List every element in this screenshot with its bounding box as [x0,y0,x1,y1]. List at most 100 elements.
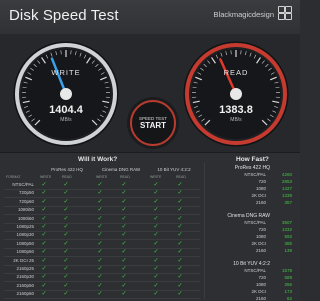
write-gauge: WRITE 1404.4 MB/s [12,40,120,148]
check-icon: ✓ [56,257,76,264]
check-icon: ✓ [114,273,134,280]
read-value: 1383.8 [182,104,290,116]
how-fast-value: 1427 [270,186,292,191]
check-icon: ✓ [146,223,166,230]
check-icon: ✓ [56,240,76,247]
how-fast-row-label: 1080 [220,186,266,191]
check-icon: ✓ [90,257,110,264]
check-icon: ✓ [56,206,76,213]
how-fast-value: 4260 [270,172,292,177]
check-icon: ✓ [114,265,134,272]
check-icon: ✓ [114,257,134,264]
write-value: 1404.4 [12,104,120,116]
col-prores: ProRes 422 HQ [38,167,96,172]
how-fast-value: 357 [270,200,292,205]
subhead-write: WRITE [150,175,161,179]
check-icon: ✓ [90,248,110,255]
format-row-label: NTSC/PAL [0,182,34,187]
check-icon: ✓ [146,231,166,238]
subhead-write: WRITE [96,175,107,179]
how-fast-row-label: 1080 [220,234,266,239]
how-fast-value: 139 [270,248,292,253]
check-icon: ✓ [34,181,54,188]
read-gauge-dial [182,40,290,148]
check-icon: ✓ [114,189,134,196]
results-panel: Will it Work? How Fast? ProRes 422 HQ Ci… [0,152,300,301]
check-icon: ✓ [146,257,166,264]
brand-name: Blackmagicdesign [214,10,274,19]
start-label: START [132,121,174,130]
check-icon: ✓ [114,231,134,238]
check-icon: ✓ [34,189,54,196]
how-fast-value: 1332 [270,227,292,232]
format-row-label: 1080i50 [0,207,34,212]
how-fast-row-label: 2160 [220,296,266,301]
how-fast-value: 3507 [270,220,292,225]
format-header: FORMAT [6,175,21,179]
check-icon: ✓ [146,240,166,247]
check-icon: ✓ [56,215,76,222]
check-icon: ✓ [56,273,76,280]
how-fast-group-title: 10 Bit YUV 4:2:2 [210,261,270,267]
how-fast-value: 62 [270,296,292,301]
how-fast-row-label: 1080 [220,282,266,287]
check-icon: ✓ [56,181,76,188]
check-icon: ✓ [114,198,134,205]
check-icon: ✓ [146,290,166,297]
format-row-label: 720p60 [0,199,34,204]
how-fast-row-label: 720 [220,275,266,280]
how-fast-row-label: 2K DCI [220,241,266,246]
how-fast-row-label: NTSC/PAL [220,220,266,225]
how-fast-row-label: 2160 [220,200,266,205]
how-fast-value: 589 [270,275,292,280]
will-it-work-title: Will it Work? [78,156,117,163]
check-icon: ✓ [90,206,110,213]
how-fast-value: 1578 [270,268,292,273]
check-icon: ✓ [170,215,190,222]
check-icon: ✓ [56,198,76,205]
start-button[interactable]: SPEED TEST START [130,100,176,146]
row-divider [4,298,200,299]
read-gauge: READ 1383.8 MB/s [182,40,290,148]
check-icon: ✓ [146,282,166,289]
how-fast-row-label: 2K DCI [220,289,266,294]
check-icon: ✓ [114,181,134,188]
check-icon: ✓ [90,198,110,205]
read-unit: MB/s [182,117,290,123]
check-icon: ✓ [114,282,134,289]
col-cinema-dng: Cinema DNG RAW [96,167,146,172]
check-icon: ✓ [170,181,190,188]
read-label: READ [182,68,290,77]
check-icon: ✓ [146,248,166,255]
subhead-read: READ [176,175,186,179]
col-10bit-yuv: 10 Bit YUV 4:2:2 [146,167,202,172]
check-icon: ✓ [56,290,76,297]
check-icon: ✓ [146,181,166,188]
how-fast-value: 173 [270,289,292,294]
subhead-read: READ [120,175,130,179]
check-icon: ✓ [90,265,110,272]
check-icon: ✓ [34,231,54,238]
format-row-label: 2160p30 [0,274,34,279]
title-bar: Disk Speed Test Blackmagicdesign [0,0,300,35]
check-icon: ✓ [90,215,110,222]
check-icon: ✓ [56,223,76,230]
format-row-label: 1080p25 [0,224,34,229]
how-fast-row-label: 720 [220,227,266,232]
how-fast-value: 2853 [270,179,292,184]
write-unit: MB/s [12,117,120,123]
how-fast-value: 592 [270,234,292,239]
check-icon: ✓ [170,290,190,297]
check-icon: ✓ [34,223,54,230]
check-icon: ✓ [34,198,54,205]
how-fast-row-label: 2K DCI [220,193,266,198]
check-icon: ✓ [34,290,54,297]
how-fast-row-label: NTSC/PAL [220,172,266,177]
how-fast-value: 385 [270,241,292,246]
check-icon: ✓ [170,206,190,213]
check-icon: ✓ [114,240,134,247]
format-row-label: 2K DCI 25 [0,258,34,263]
check-icon: ✓ [170,282,190,289]
check-icon: ✓ [170,257,190,264]
check-icon: ✓ [56,282,76,289]
